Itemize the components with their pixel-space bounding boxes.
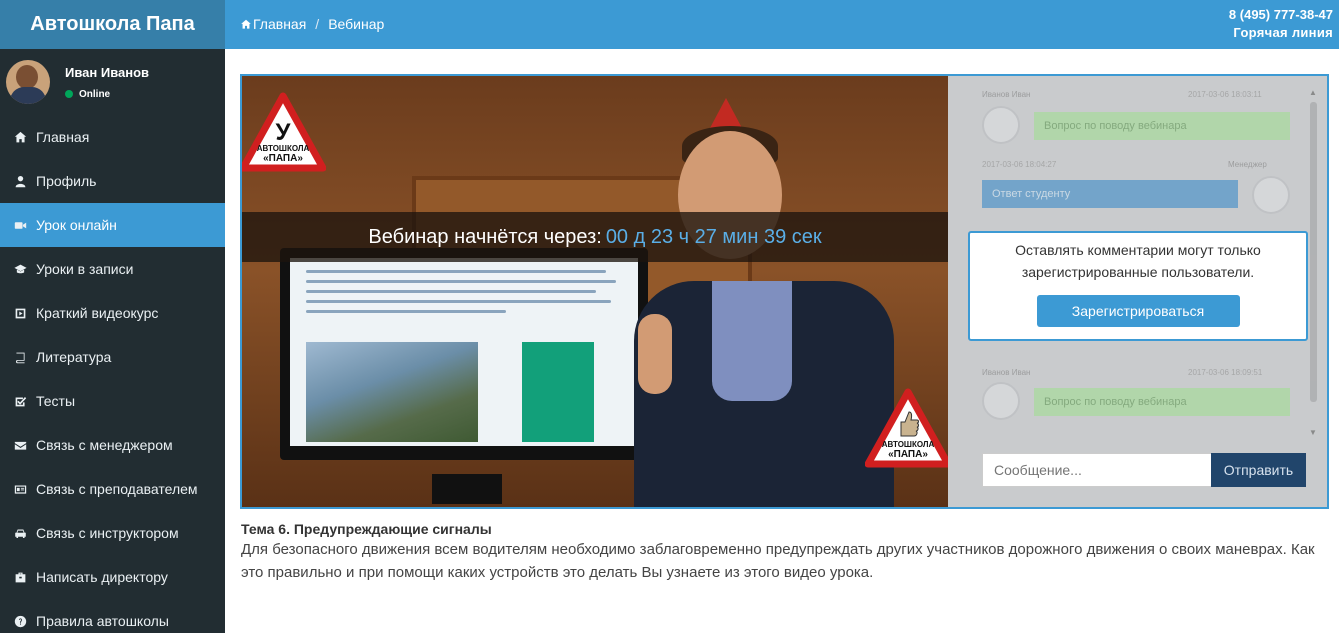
- sidebar-item-online-lesson[interactable]: Урок онлайн: [0, 203, 225, 247]
- user-status-label: Online: [79, 88, 111, 100]
- sidebar-item-label: Связь с инструктором: [36, 525, 179, 541]
- countdown-banner: Вебинар начнётся через: 00 д 23 ч 27 мин…: [242, 212, 948, 262]
- countdown-label: Вебинар начнётся через:: [368, 225, 602, 248]
- home-icon: [241, 19, 251, 29]
- hotline: 8 (495) 777-38-47 Горячая линия: [1229, 7, 1333, 40]
- envelope-icon: [12, 438, 28, 452]
- briefcase-icon: [12, 570, 28, 584]
- breadcrumb-home-link[interactable]: Главная: [253, 16, 306, 32]
- sidebar-menu: Главная Профиль Урок онлайн Уроки в запи…: [0, 115, 225, 643]
- sidebar-item-short-course[interactable]: Краткий видеокурс: [0, 291, 225, 335]
- school-logo-sign: У АВТОШКОЛА «ПАПА»: [242, 92, 327, 172]
- chat-message: Вопрос по поводу вебинара: [1034, 388, 1290, 416]
- breadcrumb-separator: /: [315, 16, 320, 32]
- avatar: [6, 60, 50, 104]
- sidebar-item-contact-instructor[interactable]: Связь с инструктором: [0, 511, 225, 555]
- sidebar-item-label: Профиль: [36, 173, 97, 189]
- graduation-cap-icon: [12, 262, 28, 276]
- online-dot-icon: [65, 90, 73, 98]
- sidebar-item-label: Краткий видеокурс: [36, 305, 159, 321]
- home-icon: [12, 130, 28, 144]
- sidebar-item-write-director[interactable]: Написать директору: [0, 555, 225, 599]
- user-panel: Иван Иванов Online: [0, 49, 225, 115]
- message-input[interactable]: [982, 453, 1212, 487]
- lesson-info: Тема 6. Предупреждающие сигналы Для безо…: [241, 521, 1321, 584]
- countdown-value: 00 д 23 ч 27 мин 39 сек: [605, 225, 822, 248]
- chat-message: Ответ студенту: [982, 180, 1238, 208]
- school-logo-sign-thumbs: АВТОШКОЛА «ПАПА»: [864, 388, 948, 468]
- svg-text:«ПАПА»: «ПАПА»: [263, 153, 303, 164]
- sidebar-item-school-rules[interactable]: Правила автошколы: [0, 599, 225, 643]
- user-status: Online: [65, 89, 149, 100]
- user-icon: [12, 174, 28, 188]
- svg-text:«ПАПА»: «ПАПА»: [888, 449, 928, 460]
- sidebar-item-label: Тесты: [36, 393, 76, 409]
- id-card-icon: [12, 482, 28, 496]
- chat-scrollbar[interactable]: ▲ ▼: [1308, 88, 1318, 438]
- chat-avatar: [982, 106, 1020, 144]
- sidebar-item-label: Урок онлайн: [36, 217, 117, 233]
- svg-text:У: У: [276, 119, 292, 146]
- user-name: Иван Иванов: [65, 64, 150, 80]
- sidebar-item-label: Главная: [36, 129, 90, 145]
- lesson-description: Для безопасного движения всем водителям …: [241, 541, 1315, 581]
- register-button[interactable]: Зарегистрироваться: [1036, 295, 1240, 327]
- notice-text: Оставлять комментарии могут только зарег…: [1015, 242, 1261, 280]
- svg-text:АВТОШКОЛА: АВТОШКОЛА: [257, 144, 310, 153]
- chat-panel: Иванов Иван 2017-03-06 18:03:11 Вопрос п…: [948, 76, 1327, 507]
- registration-notice: Оставлять комментарии могут только зарег…: [968, 231, 1308, 341]
- video-player[interactable]: У АВТОШКОЛА «ПАПА» АВТОШКОЛА «ПАПА» Веби…: [242, 76, 948, 507]
- sidebar-item-label: Написать директору: [36, 569, 168, 585]
- sidebar-item-contact-manager[interactable]: Связь с менеджером: [0, 423, 225, 467]
- video-tv: [280, 248, 648, 460]
- chat-avatar: [1252, 176, 1290, 214]
- sidebar: Автошкола Папа Иван Иванов Online Главна…: [0, 0, 225, 633]
- sidebar-item-label: Литература: [36, 349, 112, 365]
- svg-text:АВТОШКОЛА: АВТОШКОЛА: [882, 440, 935, 449]
- breadcrumb: Главная / Вебинар: [240, 16, 384, 32]
- question-circle-icon: [12, 614, 28, 628]
- sidebar-item-label: Связь с менеджером: [36, 437, 173, 453]
- scroll-down-icon[interactable]: ▼: [1309, 428, 1317, 437]
- hotline-phone[interactable]: 8 (495) 777-38-47: [1229, 7, 1333, 22]
- sidebar-item-label: Уроки в записи: [36, 261, 134, 277]
- sidebar-item-label: Правила автошколы: [36, 613, 169, 629]
- car-icon: [12, 526, 28, 540]
- send-button[interactable]: Отправить: [1211, 453, 1306, 487]
- brand-logo[interactable]: Автошкола Папа: [0, 0, 225, 49]
- play-square-icon: [12, 306, 28, 320]
- sidebar-item-home[interactable]: Главная: [0, 115, 225, 159]
- top-header: Главная / Вебинар 8 (495) 777-38-47 Горя…: [225, 0, 1339, 49]
- lesson-title: Тема 6. Предупреждающие сигналы: [241, 521, 492, 537]
- video-camera-icon: [12, 218, 28, 232]
- sidebar-item-tests[interactable]: Тесты: [0, 379, 225, 423]
- book-icon: [12, 350, 28, 364]
- hotline-label: Горячая линия: [1233, 25, 1333, 40]
- chat-avatar: [982, 382, 1020, 420]
- sidebar-item-profile[interactable]: Профиль: [0, 159, 225, 203]
- sidebar-item-literature[interactable]: Литература: [0, 335, 225, 379]
- chat-message: Вопрос по поводу вебинара: [1034, 112, 1290, 140]
- scroll-up-icon[interactable]: ▲: [1309, 88, 1317, 97]
- webinar-frame: У АВТОШКОЛА «ПАПА» АВТОШКОЛА «ПАПА» Веби…: [240, 74, 1329, 509]
- sidebar-item-recorded-lessons[interactable]: Уроки в записи: [0, 247, 225, 291]
- sidebar-item-label: Связь с преподавателем: [36, 481, 198, 497]
- sidebar-item-contact-teacher[interactable]: Связь с преподавателем: [0, 467, 225, 511]
- checkbox-icon: [12, 394, 28, 408]
- breadcrumb-current: Вебинар: [328, 16, 385, 32]
